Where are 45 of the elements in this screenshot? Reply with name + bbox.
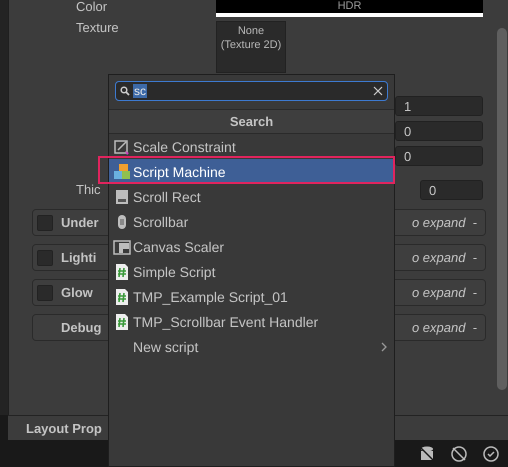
- checkbox[interactable]: [37, 284, 53, 300]
- component-item[interactable]: Script Machine: [109, 159, 394, 184]
- component-item[interactable]: Canvas Scaler: [109, 234, 394, 259]
- script-file-icon: [113, 288, 131, 306]
- field-label: Color: [76, 0, 108, 14]
- foldout-hint: o expand -: [412, 320, 477, 335]
- checkbox[interactable]: [37, 250, 53, 266]
- database-icon[interactable]: [418, 444, 436, 462]
- panel-title: Layout Prop: [26, 420, 102, 436]
- component-item[interactable]: TMP_Scrollbar Event Handler: [109, 309, 394, 334]
- number-field[interactable]: 1: [395, 96, 483, 116]
- close-icon[interactable]: [373, 86, 383, 96]
- chevron-icon: [380, 342, 388, 352]
- texture-slot[interactable]: None (Texture 2D): [216, 21, 286, 73]
- component-item[interactable]: Scroll Rect: [109, 184, 394, 209]
- number-field[interactable]: 0: [395, 121, 483, 141]
- number-field[interactable]: 0: [420, 180, 483, 200]
- popup-header: Search: [109, 109, 394, 134]
- constraint-icon: [113, 138, 131, 156]
- foldout-hint: o expand -: [412, 285, 477, 300]
- field-label: Texture: [76, 21, 120, 35]
- foldout-title: Debug: [61, 320, 102, 335]
- check-circle-icon[interactable]: [482, 444, 500, 462]
- frame-icon: [113, 238, 131, 256]
- foldout-title: Glow: [61, 285, 93, 300]
- number-field[interactable]: 0: [395, 146, 483, 166]
- search-field[interactable]: sc: [115, 81, 388, 101]
- component-item[interactable]: Simple Script: [109, 259, 394, 284]
- foldout-title: Lighti: [61, 250, 96, 265]
- color-field[interactable]: HDR: [216, 0, 483, 17]
- search-icon: [120, 86, 130, 96]
- component-item[interactable]: TMP_Example Script_01: [109, 284, 394, 309]
- cubes-icon: [113, 162, 131, 180]
- foldout-hint: o expand -: [412, 250, 477, 265]
- script-file-icon: [113, 262, 131, 280]
- foldout-title: Under: [61, 215, 99, 230]
- document-icon: [113, 188, 131, 206]
- component-item[interactable]: Scrollbar: [109, 209, 394, 234]
- scrollbar-thumb[interactable]: [496, 28, 506, 390]
- component-item[interactable]: New script: [109, 334, 394, 359]
- component-item[interactable]: Scale Constraint: [109, 134, 394, 159]
- checkbox[interactable]: [37, 214, 53, 230]
- foldout-hint: o expand -: [412, 215, 477, 230]
- script-file-icon: [113, 312, 131, 330]
- field-label: Thic: [76, 183, 101, 197]
